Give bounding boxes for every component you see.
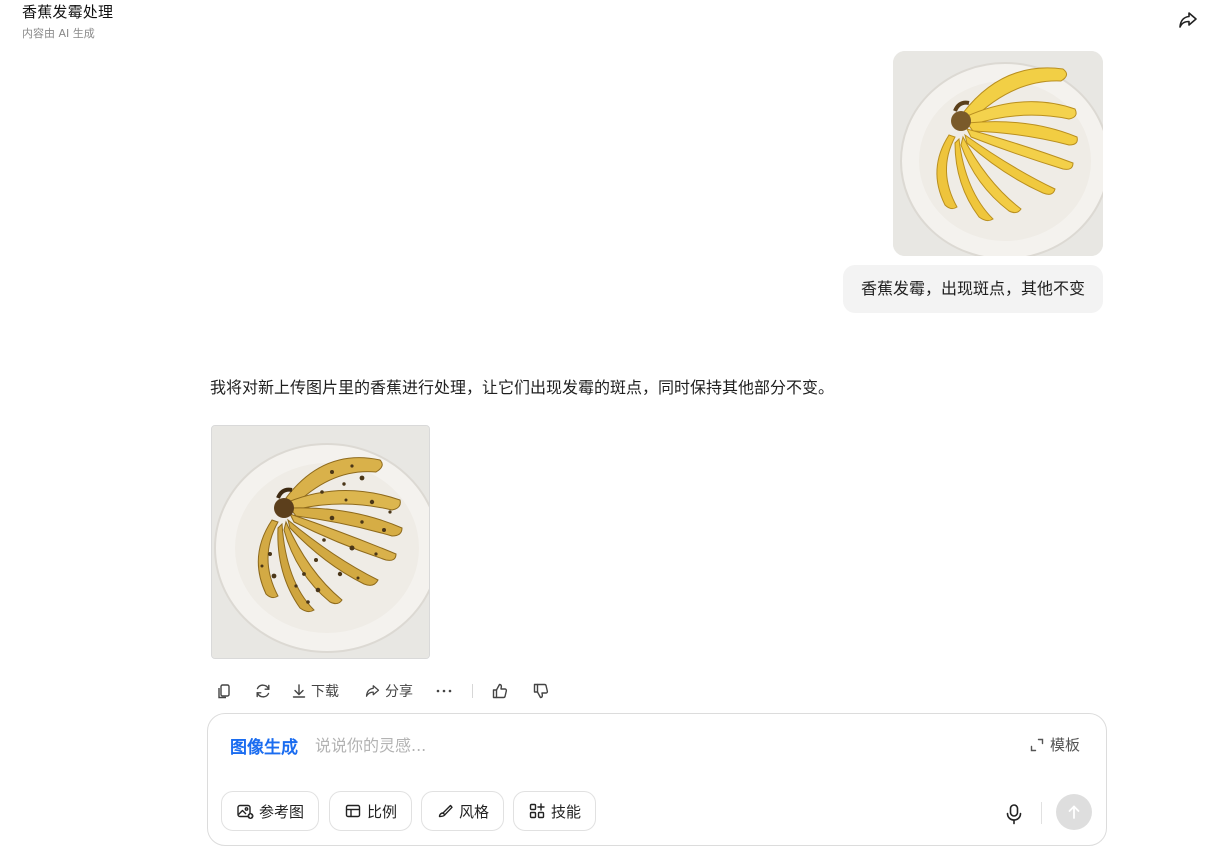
- ai-response-text: 我将对新上传图片里的香蕉进行处理，让它们出现发霉的斑点，同时保持其他部分不变。: [210, 378, 835, 397]
- conversation-title: 香蕉发霉处理: [22, 3, 114, 21]
- style-label: 风格: [459, 802, 490, 821]
- thumbs-down-button[interactable]: [532, 678, 550, 704]
- skills-chip[interactable]: 技能: [513, 791, 597, 831]
- reference-image-chip[interactable]: 参考图: [221, 791, 320, 831]
- copy-icon: [218, 684, 230, 699]
- more-button[interactable]: [435, 678, 453, 704]
- send-button[interactable]: [1056, 794, 1092, 830]
- thumbs-down-icon: [533, 683, 549, 699]
- thumbs-up-icon: [492, 683, 508, 699]
- copy-button[interactable]: [215, 678, 233, 704]
- prompt-input[interactable]: [315, 730, 875, 760]
- download-button[interactable]: 下载: [290, 678, 339, 704]
- response-action-bar: 下载 分享: [210, 678, 550, 704]
- voice-input-button[interactable]: [1003, 802, 1025, 826]
- share-icon: [1179, 12, 1197, 28]
- aspect-ratio-icon: [345, 804, 361, 818]
- apps-add-icon: [529, 803, 545, 819]
- image-add-icon: [237, 804, 254, 819]
- expand-icon: [1030, 738, 1044, 751]
- download-icon: [292, 684, 306, 698]
- download-label: 下载: [311, 684, 339, 700]
- more-icon: [436, 689, 452, 693]
- share-conversation-button[interactable]: [1176, 8, 1200, 32]
- aspect-ratio-chip[interactable]: 比例: [329, 791, 413, 831]
- template-label: 模板: [1049, 736, 1080, 754]
- ai-generated-notice: 内容由 AI 生成: [22, 27, 95, 40]
- composer-divider: [1041, 802, 1042, 824]
- share-icon: [365, 685, 380, 697]
- regenerate-button[interactable]: [254, 678, 272, 704]
- microphone-icon: [1006, 804, 1022, 825]
- prompt-composer: 图像生成 模板 参考图 比例 风格: [207, 713, 1107, 846]
- template-button[interactable]: 模板: [1029, 734, 1080, 755]
- reference-image-label: 参考图: [259, 802, 305, 821]
- skills-label: 技能: [551, 802, 582, 821]
- share-button[interactable]: 分享: [363, 678, 413, 704]
- style-chip[interactable]: 风格: [421, 791, 505, 831]
- action-divider: [472, 684, 473, 698]
- regenerate-icon: [256, 684, 270, 698]
- image-generation-mode-label[interactable]: 图像生成: [230, 733, 298, 758]
- user-message: 香蕉发霉，出现斑点，其他不变: [842, 265, 1103, 313]
- arrow-up-icon: [1068, 805, 1080, 819]
- brush-icon: [438, 804, 453, 818]
- share-label: 分享: [385, 684, 413, 700]
- chat-header: 香蕉发霉处理 内容由 AI 生成: [0, 0, 1211, 44]
- thumbs-up-button[interactable]: [491, 678, 509, 704]
- aspect-ratio-label: 比例: [367, 802, 398, 821]
- user-uploaded-image[interactable]: [893, 51, 1103, 256]
- generated-image[interactable]: [211, 425, 430, 659]
